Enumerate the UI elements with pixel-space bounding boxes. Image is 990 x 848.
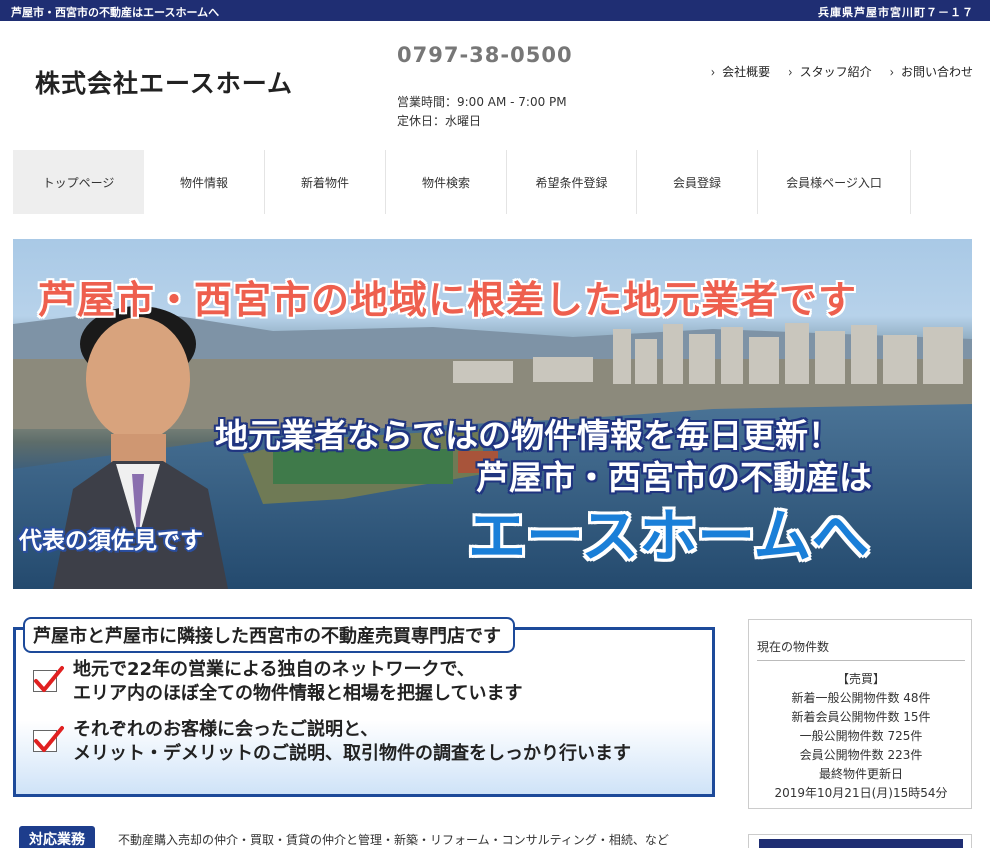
nav-item-member-login[interactable]: 会員様ページ入口 [758,150,911,214]
count-line: 会員公開物件数 223件 [799,748,923,762]
hero-caption: 代表の須佐見です [19,528,203,554]
count-line: 一般公開物件数 725件 [799,729,923,743]
header-links: › 会社概要 › スタッフ紹介 › お問い合わせ [693,63,973,81]
nav-item-new-properties[interactable]: 新着物件 [265,150,386,214]
count-line: 新着会員公開物件数 15件 [791,710,931,724]
widget-title: 現在の物件数 [757,640,830,654]
link-label: 会社概要 [722,65,771,79]
business-description: 不動産購入売却の仲介・買取・賃貸の仲介と管理・新築・リフォーム・コンサルティング… [118,833,669,847]
nav-item-search[interactable]: 物件検索 [386,150,507,214]
hero-line-2: 地元業者ならではの物件情報を毎日更新！ [215,416,842,455]
property-count-widget: 現在の物件数 【売買】 新着一般公開物件数 48件 新着会員公開物件数 15件 … [748,619,972,809]
phone-number: 0797-38-0500 [397,43,573,67]
feature-point: それぞれのお客様に会ったご説明と、 メリット・デメリットのご説明、取引物件の調査… [33,718,631,766]
chevron-right-icon: › [788,64,793,81]
count-line: 新着一般公開物件数 48件 [791,691,931,705]
main-nav: トップページ 物件情報 新着物件 物件検索 希望条件登録 会員登録 会員様ページ… [13,150,911,214]
banner-bar [759,839,963,848]
link-contact[interactable]: › お問い合わせ [889,63,973,81]
link-label: お問い合わせ [900,65,973,79]
checkbox-icon [33,666,64,692]
feature-title: 芦屋市と芦屋市に隣接した西宮市の不動産売買専門店です [23,617,515,653]
nav-item-top[interactable]: トップページ [13,150,144,214]
top-bar: 芦屋市・西宮市の不動産はエースホームへ 兵庫県芦屋市宮川町７－１７ [0,0,990,21]
chevron-right-icon: › [889,64,894,81]
count-line: 2019年10月21日(月)15時54分 [774,786,948,800]
feature-point-line: メリット・デメリットのご説明、取引物件の調査をしっかり行います [73,743,631,764]
hero-brand: エースホームへ [468,502,870,570]
nav-item-wish-register[interactable]: 希望条件登録 [507,150,637,214]
top-bar-address: 兵庫県芦屋市宮川町７－１７ [818,6,974,19]
link-company-profile[interactable]: › 会社概要 [710,63,771,81]
feature-panel: 地元で22年の営業による独自のネットワークで、 エリア内のほぼ全ての物件情報と相… [13,617,715,797]
hero-headline: 芦屋市・西宮市の地域に根差した地元業者です [38,278,858,322]
business-tag: 対応業務 [19,826,95,848]
property-count-list: 【売買】 新着一般公開物件数 48件 新着会員公開物件数 15件 一般公開物件数… [749,670,973,803]
link-staff[interactable]: › スタッフ紹介 [788,63,872,81]
nav-item-member-register[interactable]: 会員登録 [637,150,758,214]
feature-point-line: それぞれのお客様に会ったご説明と、 [73,719,379,740]
checkbox-icon [33,726,64,752]
feature-point: 地元で22年の営業による独自のネットワークで、 エリア内のほぼ全ての物件情報と相… [33,658,522,706]
nav-item-properties[interactable]: 物件情報 [144,150,265,214]
holiday-text: 定休日：水曜日 [397,114,482,128]
feature-point-line: エリア内のほぼ全ての物件情報と相場を把握しています [73,683,523,704]
divider [757,660,965,661]
count-line: 最終物件更新日 [818,767,903,781]
count-line: 【売買】 [836,672,885,686]
business-hours: 営業時間：9:00 AM - 7:00 PM 定休日：水曜日 [397,93,567,131]
chevron-right-icon: › [710,64,716,81]
hero-banner: 芦屋市・西宮市の地域に根差した地元業者です 地元業者ならではの物件情報を毎日更新… [13,239,972,589]
sidebar-banner[interactable] [748,834,972,848]
feature-point-line: 地元で22年の営業による独自のネットワークで、 [73,659,475,680]
top-bar-tagline: 芦屋市・西宮市の不動産はエースホームへ [11,6,220,19]
link-label: スタッフ紹介 [799,65,872,79]
company-logo[interactable]: 株式会社エースホーム [35,64,293,100]
hours-text: 営業時間：9:00 AM - 7:00 PM [397,95,567,109]
